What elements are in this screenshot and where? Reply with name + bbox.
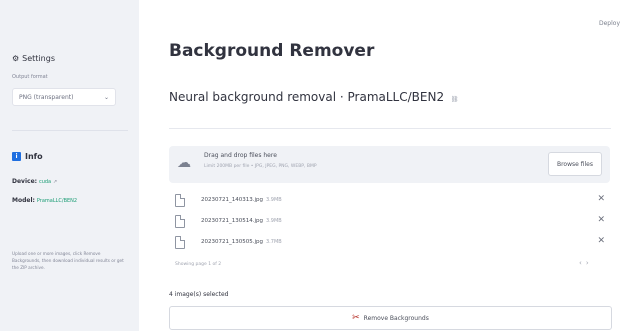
page-title: Background Remover [169,41,375,61]
model-row: Model: PramaLLC/BEN2 [12,197,77,204]
prev-page-icon[interactable]: ‹ [579,259,586,267]
file-size: 3.9MB [266,197,282,203]
scissors-icon: ✂ [352,313,360,323]
sidebar-note: Upload one or more images, click Remove … [12,251,124,270]
info-title: Info [25,152,43,161]
file-icon [175,194,185,207]
selected-count: 4 image(s) selected [169,291,229,298]
file-row: 20230721_130505.jpg 3.7MB ✕ [175,236,605,254]
device-value: cuda [38,179,52,185]
dropzone-title: Drag and drop files here [204,152,277,159]
sidebar: ⚙ Settings Output format PNG (transparen… [0,0,139,331]
browse-files-button[interactable]: Browse files [548,152,602,176]
file-name-text: 20230721_140313.jpg [201,197,263,203]
remove-file-button[interactable]: ✕ [597,194,605,204]
settings-title: Settings [22,54,55,63]
remove-backgrounds-button[interactable]: ✂ Remove Backgrounds [169,306,612,330]
next-page-icon[interactable]: › [586,259,593,267]
info-icon: i [12,152,21,161]
file-row: 20230721_130514.jpg 3.9MB ✕ [175,215,605,233]
remove-file-button[interactable]: ✕ [597,215,605,225]
output-format-value: PNG (transparent) [19,93,74,101]
chevron-down-icon: ⌄ [103,93,109,101]
model-label: Model: [12,197,35,204]
remove-backgrounds-label: Remove Backgrounds [363,314,429,322]
model-value: PramaLLC/BEN2 [36,198,78,204]
gear-icon: ⚙ [12,54,20,63]
device-label: Device: [12,178,38,185]
output-format-label: Output format [12,74,48,80]
file-name: 20230721_130514.jpg 3.9MB [201,218,282,224]
file-size: 3.9MB [266,218,282,224]
main-area: Deploy Background Remover Neural backgro… [139,0,628,331]
settings-heading: ⚙ Settings [12,54,55,63]
file-name-text: 20230721_130505.jpg [201,239,263,245]
cloud-upload-icon: ☁ [177,155,191,171]
dropzone-subtitle: Limit 200MB per file • JPG, JPEG, PNG, W… [204,164,317,169]
file-icon [175,215,185,228]
file-name: 20230721_140313.jpg 3.9MB [201,197,282,203]
file-size: 3.7MB [266,239,282,245]
file-dropzone[interactable]: ☁ Drag and drop files here Limit 200MB p… [169,146,610,183]
sidebar-divider [12,130,128,131]
external-link-icon: ↗ [53,179,58,185]
remove-file-button[interactable]: ✕ [597,236,605,246]
pager: ‹› [579,259,593,267]
file-name: 20230721_130505.jpg 3.7MB [201,239,282,245]
output-format-select[interactable]: PNG (transparent) ⌄ [12,88,116,106]
anchor-link-icon[interactable]: ⛓ [451,96,459,103]
content-divider [169,128,611,129]
paging-text: Showing page 1 of 2 [175,262,222,267]
file-name-text: 20230721_130514.jpg [201,218,263,224]
file-icon [175,236,185,249]
info-heading: i Info [12,152,43,161]
deploy-button[interactable]: Deploy [599,20,620,27]
page-subtitle: Neural background removal · PramaLLC/BEN… [169,90,459,104]
device-row: Device: cuda ↗ [12,178,57,185]
file-row: 20230721_140313.jpg 3.9MB ✕ [175,194,605,212]
page-subtitle-text: Neural background removal · PramaLLC/BEN… [169,90,445,104]
